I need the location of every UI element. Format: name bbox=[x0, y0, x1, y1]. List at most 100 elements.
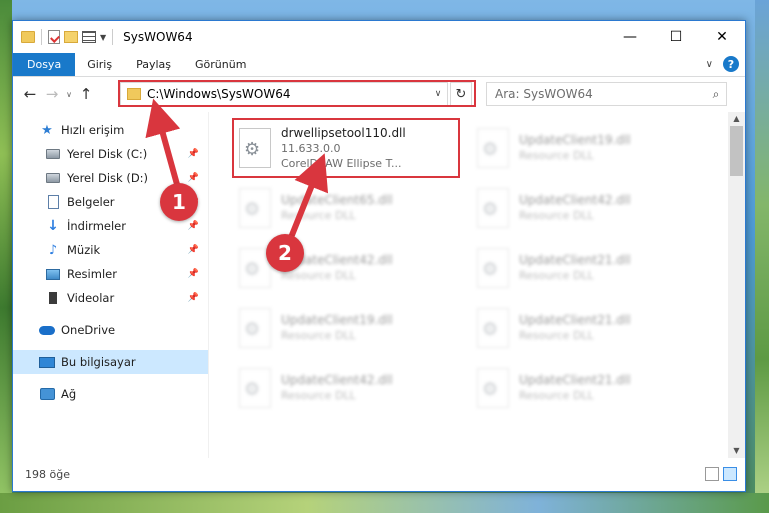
address-highlight-box bbox=[118, 80, 476, 107]
toolbar-divider bbox=[112, 29, 114, 45]
scroll-down-icon[interactable]: ▼ bbox=[728, 444, 745, 458]
download-icon: ↓ bbox=[47, 218, 59, 234]
tab-share[interactable]: Paylaş bbox=[124, 53, 183, 76]
star-icon: ★ bbox=[41, 122, 53, 138]
file-name: UpdateClient21.dll bbox=[519, 313, 631, 327]
tab-view[interactable]: Görünüm bbox=[183, 53, 258, 76]
navigation-bar: ← → ∨ ↑ C:\Windows\SysWOW64 ∨ ↻ Ara: Sys… bbox=[13, 77, 745, 111]
ribbon-right-controls: ∨ ? bbox=[706, 56, 739, 72]
file-item[interactable]: UpdateClient19.dll Resource DLL bbox=[233, 300, 459, 356]
file-item[interactable]: UpdateClient21.dll Resource DLL bbox=[471, 300, 697, 356]
maximize-button[interactable]: ☐ bbox=[653, 21, 699, 53]
minimize-button[interactable]: — bbox=[607, 21, 653, 53]
file-item[interactable]: UpdateClient21.dll Resource DLL bbox=[471, 240, 697, 296]
dll-file-icon bbox=[239, 308, 271, 348]
file-name: UpdateClient21.dll bbox=[519, 373, 631, 387]
file-item[interactable]: UpdateClient42.dll Resource DLL bbox=[471, 180, 697, 236]
tab-file[interactable]: Dosya bbox=[13, 53, 76, 76]
sidebar-item-label: Hızlı erişim bbox=[61, 123, 125, 137]
file-item[interactable]: UpdateClient21.dll Resource DLL bbox=[471, 360, 697, 416]
file-description: Resource DLL bbox=[281, 209, 356, 222]
help-icon[interactable]: ? bbox=[723, 56, 739, 72]
folder-icon bbox=[21, 31, 35, 43]
title-bar: ▼ SysWOW64 — ☐ ✕ bbox=[13, 21, 745, 53]
sidebar-item-label: Videolar bbox=[67, 291, 115, 305]
vertical-scrollbar[interactable]: ▲ ▼ bbox=[728, 112, 745, 458]
pin-icon[interactable]: 📌 bbox=[188, 221, 199, 231]
music-icon: ♪ bbox=[48, 242, 58, 258]
search-placeholder[interactable]: Ara: SysWOW64 bbox=[495, 87, 706, 101]
dll-file-icon bbox=[477, 248, 509, 288]
file-name: UpdateClient65.dll bbox=[281, 193, 393, 207]
sidebar-item-this-pc[interactable]: Bu bilgisayar bbox=[13, 350, 209, 374]
sidebar-item-onedrive[interactable]: OneDrive bbox=[13, 318, 209, 342]
file-list: drwellipsetool110.dll 11.633.0.0 CorelDR… bbox=[209, 112, 745, 458]
sidebar-item-videos[interactable]: Videolar 📌 bbox=[13, 286, 209, 310]
up-arrow-icon[interactable]: ↑ bbox=[75, 85, 97, 103]
network-icon bbox=[39, 388, 55, 400]
sidebar-item-local-disk-c[interactable]: Yerel Disk (C:) 📌 bbox=[13, 142, 209, 166]
file-item[interactable]: UpdateClient19.dll Resource DLL bbox=[471, 120, 697, 176]
sidebar-item-label: OneDrive bbox=[61, 323, 116, 337]
file-description: Resource DLL bbox=[519, 209, 594, 222]
large-icons-view-icon[interactable] bbox=[723, 467, 737, 481]
tab-home[interactable]: Giriş bbox=[75, 53, 124, 76]
pin-icon[interactable]: 📌 bbox=[188, 149, 199, 159]
file-description: Resource DLL bbox=[519, 389, 594, 402]
sidebar-item-label: Resimler bbox=[67, 267, 117, 281]
item-count: 198 öğe bbox=[25, 467, 70, 481]
desktop-background-bottom bbox=[0, 493, 769, 513]
sidebar-item-network[interactable]: Ağ bbox=[13, 382, 209, 406]
file-description: Resource DLL bbox=[519, 269, 594, 282]
back-arrow-icon[interactable]: ← bbox=[19, 85, 41, 103]
sidebar-item-label: Belgeler bbox=[67, 195, 115, 209]
recent-locations-icon[interactable]: ∨ bbox=[63, 90, 75, 99]
search-icon[interactable]: ⌕ bbox=[706, 87, 726, 102]
sidebar-item-label: Ağ bbox=[61, 387, 77, 401]
file-highlight-box bbox=[232, 118, 460, 178]
sidebar-item-music[interactable]: ♪ Müzik 📌 bbox=[13, 238, 209, 262]
chevron-down-icon[interactable]: ▼ bbox=[100, 33, 106, 42]
file-description: Resource DLL bbox=[281, 269, 356, 282]
file-description: Resource DLL bbox=[519, 149, 594, 162]
pin-icon[interactable]: 📌 bbox=[188, 173, 199, 183]
dll-file-icon bbox=[477, 128, 509, 168]
view-toggle bbox=[705, 467, 737, 481]
forward-arrow-icon[interactable]: → bbox=[41, 85, 63, 103]
file-name: UpdateClient42.dll bbox=[281, 373, 393, 387]
toolbar-divider bbox=[41, 29, 42, 45]
cloud-icon bbox=[39, 325, 55, 335]
window-controls: — ☐ ✕ bbox=[607, 21, 745, 53]
window-title: SysWOW64 bbox=[123, 30, 193, 44]
file-item[interactable]: UpdateClient65.dll Resource DLL bbox=[233, 180, 459, 236]
file-description: Resource DLL bbox=[281, 329, 356, 342]
details-view-icon[interactable] bbox=[705, 467, 719, 481]
file-description: Resource DLL bbox=[281, 389, 356, 402]
sidebar-item-pictures[interactable]: Resimler 📌 bbox=[13, 262, 209, 286]
file-description: Resource DLL bbox=[519, 329, 594, 342]
sidebar-item-label: Yerel Disk (C:) bbox=[67, 147, 148, 161]
close-button[interactable]: ✕ bbox=[699, 21, 745, 53]
pictures-icon bbox=[46, 268, 60, 280]
dll-file-icon bbox=[477, 188, 509, 228]
file-name: UpdateClient19.dll bbox=[519, 133, 631, 147]
pin-icon[interactable]: 📌 bbox=[188, 269, 199, 279]
file-item[interactable]: UpdateClient42.dll Resource DLL bbox=[233, 360, 459, 416]
quick-access-toolbar: ▼ bbox=[13, 29, 115, 45]
dll-file-icon bbox=[477, 308, 509, 348]
pin-icon[interactable]: 📌 bbox=[188, 245, 199, 255]
properties-icon[interactable] bbox=[48, 30, 60, 44]
sidebar-item-label: Bu bilgisayar bbox=[61, 355, 136, 369]
customize-toolbar-icon[interactable] bbox=[82, 31, 96, 43]
scrollbar-thumb[interactable] bbox=[730, 126, 743, 176]
file-name: UpdateClient21.dll bbox=[519, 253, 631, 267]
desktop-background-left bbox=[0, 0, 12, 513]
main-area: ★ Hızlı erişim Yerel Disk (C:) 📌 Yerel D… bbox=[13, 112, 745, 458]
drive-icon bbox=[46, 173, 60, 183]
expand-ribbon-icon[interactable]: ∨ bbox=[706, 59, 713, 70]
sidebar-item-quick-access[interactable]: ★ Hızlı erişim bbox=[13, 118, 209, 142]
search-input[interactable]: Ara: SysWOW64 ⌕ bbox=[486, 82, 727, 106]
pin-icon[interactable]: 📌 bbox=[188, 293, 199, 303]
new-folder-icon[interactable] bbox=[64, 31, 78, 43]
scroll-up-icon[interactable]: ▲ bbox=[728, 112, 745, 126]
